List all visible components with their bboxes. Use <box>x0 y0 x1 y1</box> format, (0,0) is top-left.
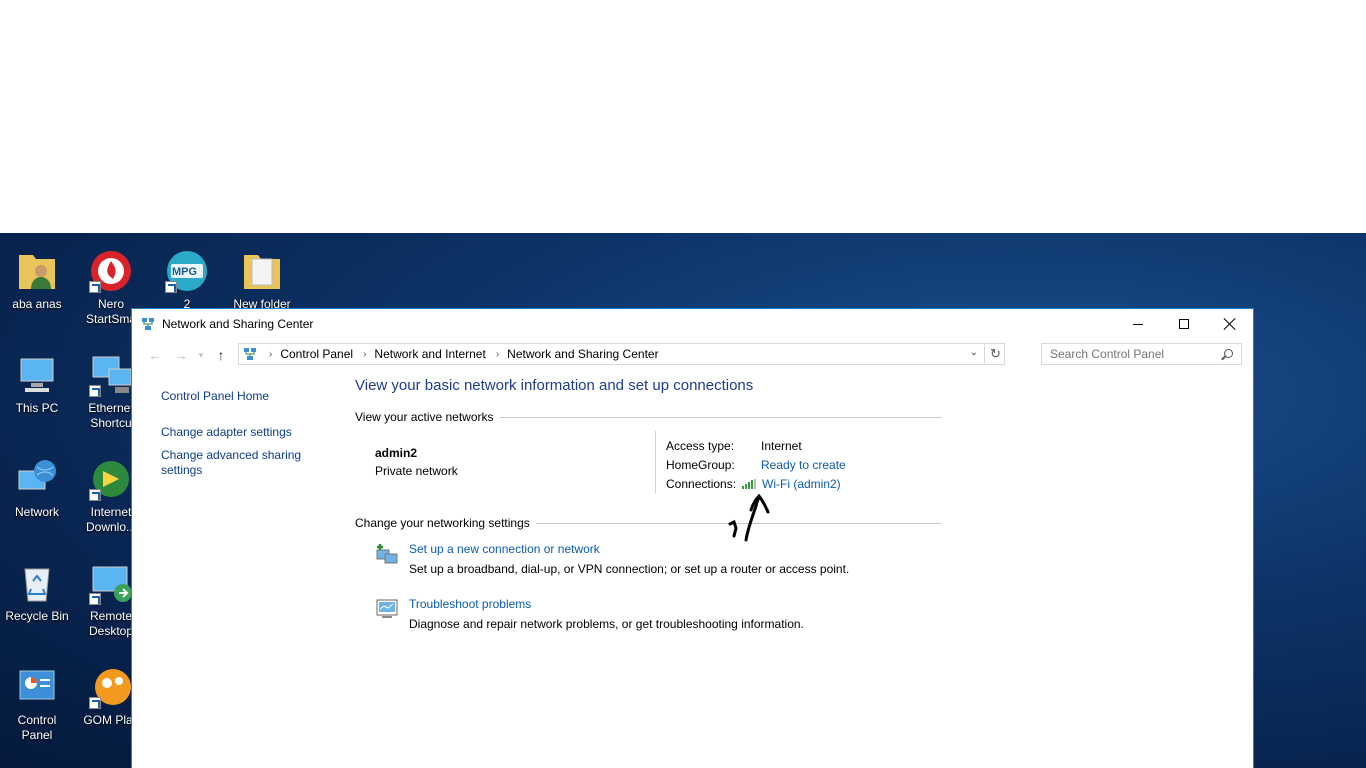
computer-icon <box>15 353 59 397</box>
up-button[interactable]: ↑ <box>208 344 234 366</box>
new-connection-icon <box>375 542 398 564</box>
access-type-value: Internet <box>761 438 802 453</box>
page-heading: View your basic network information and … <box>355 377 754 394</box>
wifi-signal-icon <box>742 478 756 489</box>
title-bar[interactable]: Network and Sharing Center <box>132 309 1253 339</box>
network-properties: Access type: Internet HomeGroup: Ready t… <box>666 436 846 493</box>
recycle-bin-icon <box>15 561 59 605</box>
remote-desktop-icon <box>89 561 133 605</box>
address-bar[interactable]: › Control Panel › Network and Internet ›… <box>238 343 1005 365</box>
minimize-icon <box>1133 323 1143 325</box>
setup-connection-desc: Set up a broadband, dial-up, or VPN conn… <box>409 562 850 576</box>
control-panel-small-icon <box>243 347 257 361</box>
troubleshoot-desc: Diagnose and repair network problems, or… <box>409 617 804 631</box>
network-name: admin2 <box>375 446 418 460</box>
divider <box>655 431 656 493</box>
maximize-icon <box>1179 319 1189 329</box>
troubleshoot-link[interactable]: Troubleshoot problems <box>409 597 531 611</box>
forward-button[interactable]: → <box>168 344 194 366</box>
nero-icon <box>89 249 133 293</box>
close-button[interactable] <box>1207 309 1253 339</box>
left-pane: Control Panel Home Change adapter settin… <box>161 389 331 478</box>
active-networks-header: View your active networks <box>355 410 1235 424</box>
mpg-file-icon: MPG <box>165 249 209 293</box>
setup-connection-task: Set up a new connection or network Set u… <box>355 536 1235 591</box>
search-box[interactable] <box>1041 343 1242 365</box>
change-adapter-settings-link[interactable]: Change adapter settings <box>161 425 331 440</box>
network-sharing-window: Network and Sharing Center ← → ▾ ↑ › Con… <box>131 308 1254 768</box>
gom-player-icon <box>89 665 133 709</box>
chevron-right-icon[interactable]: › <box>496 349 499 360</box>
search-input[interactable] <box>1050 347 1220 361</box>
minimize-button[interactable] <box>1115 309 1161 339</box>
folder-icon <box>240 249 284 293</box>
chevron-right-icon[interactable]: › <box>269 349 272 360</box>
search-icon[interactable] <box>1224 349 1233 358</box>
connections-label: Connections: <box>666 476 737 491</box>
active-networks: admin2 Private network Access type: Inte… <box>355 424 1235 516</box>
recent-locations-button[interactable]: ▾ <box>194 344 208 366</box>
ethernet-icon <box>89 353 133 397</box>
network-type: Private network <box>375 464 458 478</box>
troubleshoot-task: Troubleshoot problems Diagnose and repai… <box>355 591 1235 646</box>
control-panel-icon <box>15 665 59 709</box>
homegroup-link[interactable]: Ready to create <box>761 458 846 472</box>
setup-connection-link[interactable]: Set up a new connection or network <box>409 542 600 556</box>
window-title: Network and Sharing Center <box>162 317 314 331</box>
hand-drawn-arrow-annotation <box>728 493 770 542</box>
change-advanced-sharing-link[interactable]: Change advanced sharing settings <box>161 448 311 478</box>
control-panel-home-link[interactable]: Control Panel Home <box>161 389 331 404</box>
download-manager-icon <box>89 457 133 501</box>
main-content: View your basic network information and … <box>355 377 1235 646</box>
refresh-button[interactable]: ↻ <box>984 344 1006 364</box>
networking-settings-header: Change your networking settings <box>355 516 1235 530</box>
breadcrumb-control-panel[interactable]: Control Panel <box>280 347 353 361</box>
desktop-icon-control-panel[interactable]: Control Panel <box>0 657 74 743</box>
navigation-bar: ← → ▾ ↑ › Control Panel › Network and In… <box>132 339 1253 371</box>
desktop-icon-recycle-bin[interactable]: Recycle Bin <box>0 553 74 624</box>
blank-area <box>0 0 1366 233</box>
desktop-icon-network[interactable]: Network <box>0 449 74 520</box>
breadcrumb-network-sharing-center[interactable]: Network and Sharing Center <box>507 347 658 361</box>
network-center-icon <box>141 317 155 331</box>
user-folder-icon <box>15 249 59 293</box>
troubleshoot-icon <box>375 597 398 619</box>
divider <box>499 416 942 418</box>
homegroup-label: HomeGroup: <box>666 457 735 472</box>
desktop-icon-mpg-file[interactable]: MPG 2 <box>150 241 224 312</box>
desktop-icon-this-pc[interactable]: This PC <box>0 345 74 416</box>
access-type-label: Access type: <box>666 438 735 453</box>
desktop-icon-new-folder[interactable]: New folder <box>225 241 299 312</box>
maximize-button[interactable] <box>1161 309 1207 339</box>
wifi-connection-link[interactable]: Wi-Fi (admin2) <box>762 477 841 491</box>
back-button[interactable]: ← <box>142 344 168 366</box>
mpg-badge: MPG <box>172 266 198 278</box>
chevron-down-icon[interactable]: ⌄ <box>970 347 978 358</box>
chevron-right-icon[interactable]: › <box>363 349 366 360</box>
network-globe-icon <box>15 457 59 501</box>
close-icon <box>1224 318 1236 330</box>
desktop-icon-user-folder[interactable]: aba anas <box>0 241 74 312</box>
breadcrumb-network-internet[interactable]: Network and Internet <box>374 347 485 361</box>
